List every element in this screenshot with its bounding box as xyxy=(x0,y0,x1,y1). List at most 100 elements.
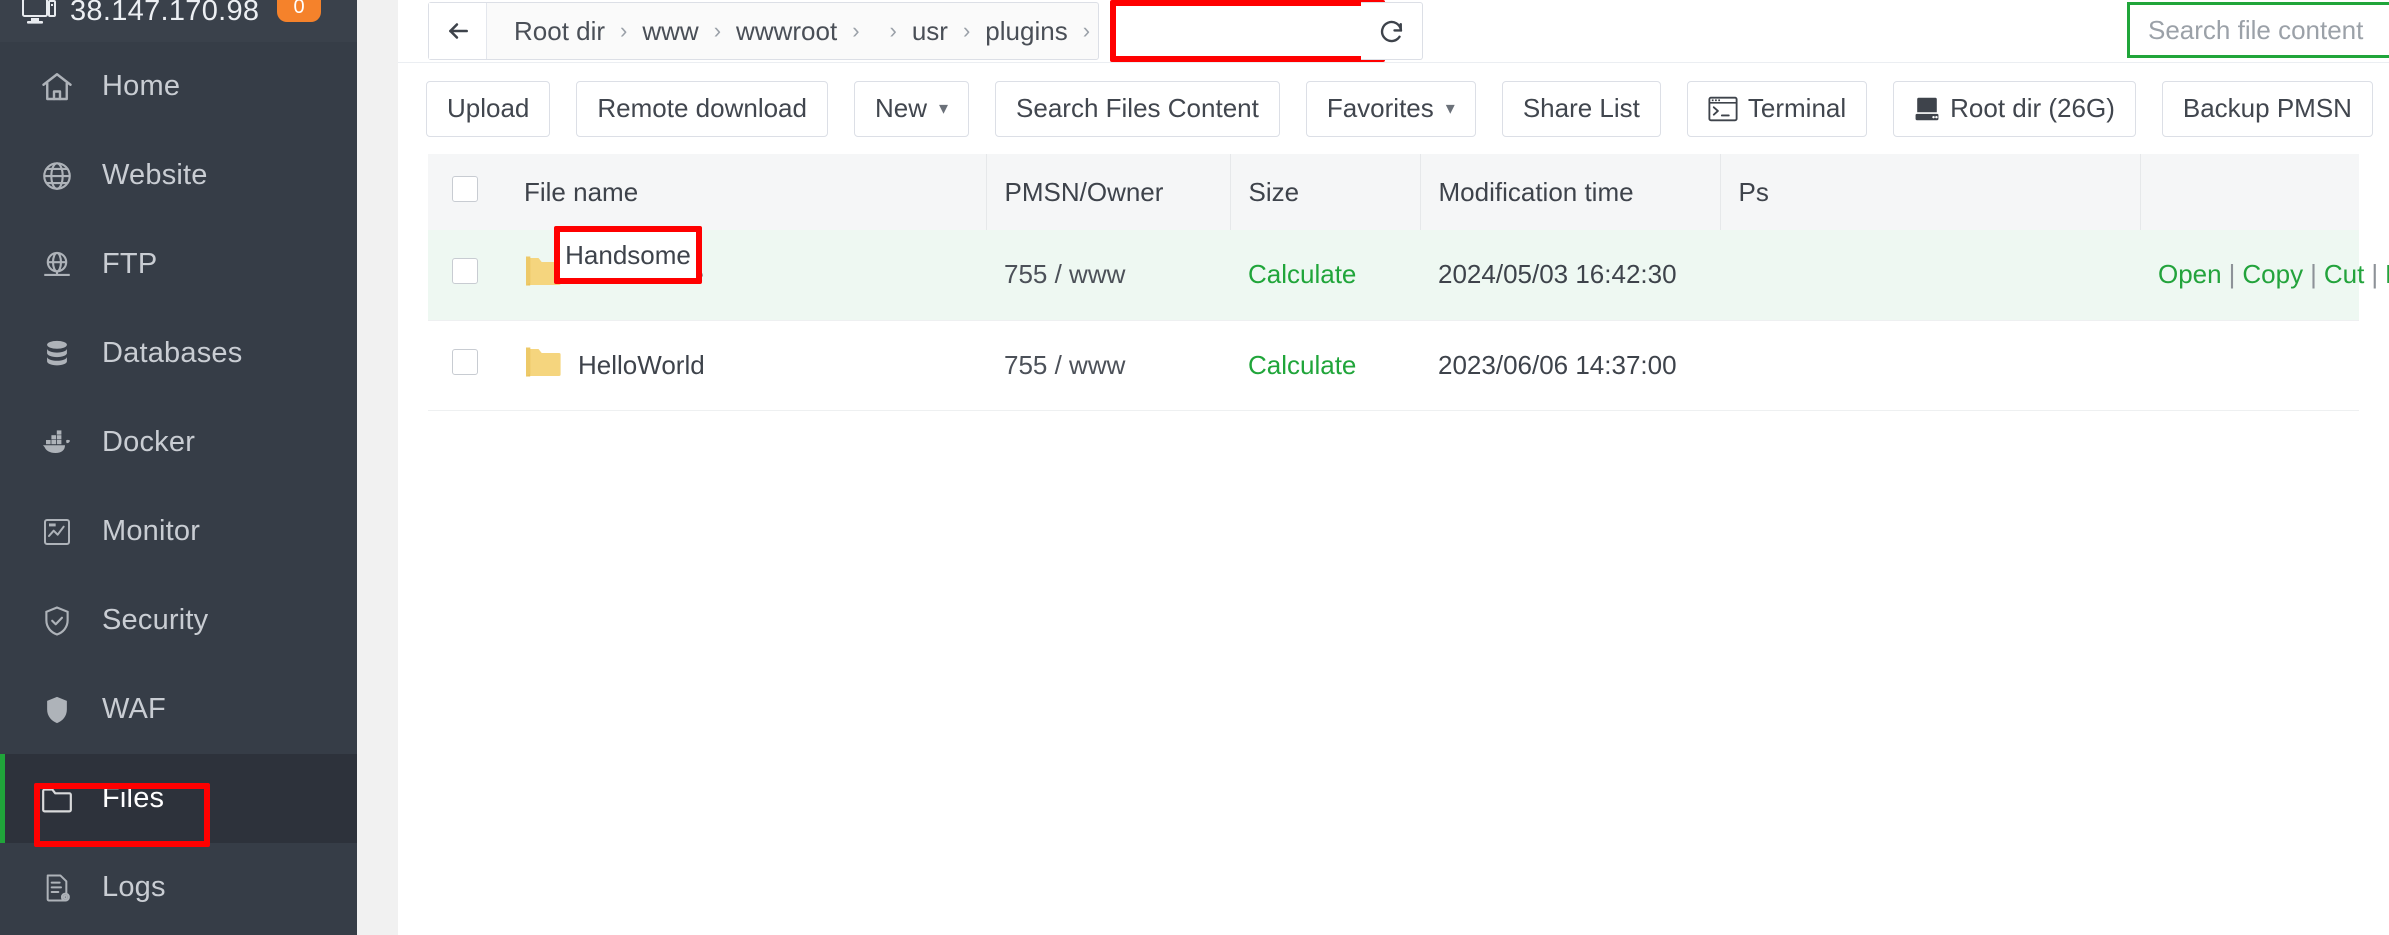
sidebar-item-ftp[interactable]: FTP xyxy=(0,220,357,309)
row-actions-cell: Open|Copy|Cut|Ren xyxy=(2140,230,2389,321)
new-button[interactable]: New ▾ xyxy=(853,80,970,137)
search-input[interactable] xyxy=(2148,14,2389,46)
sidebar-item-security[interactable]: Security xyxy=(0,576,357,665)
owner-cell: 755 / www xyxy=(986,320,1230,411)
breadcrumb-item-www[interactable]: www xyxy=(629,16,711,47)
owner-cell: 755 / www xyxy=(986,230,1230,321)
breadcrumb-item-usr[interactable]: usr xyxy=(899,16,961,47)
select-all-checkbox[interactable] xyxy=(452,175,478,202)
breadcrumb-separator: › xyxy=(1082,18,1091,43)
row-checkbox-cell xyxy=(428,320,506,411)
back-button[interactable] xyxy=(429,3,487,59)
sidebar-header: 38.147.170.98 0 xyxy=(0,0,357,42)
sidebar-item-home[interactable]: Home xyxy=(0,42,357,131)
column-header-file-name[interactable]: File name xyxy=(506,154,987,230)
action-divider: | xyxy=(2228,259,2236,290)
button-label: Share List xyxy=(1522,93,1640,123)
file-name-label[interactable]: HelloWorld xyxy=(578,350,705,381)
root-dir-size-button[interactable]: Root dir (26G) xyxy=(1893,80,2136,137)
breadcrumb-item-plugins[interactable]: plugins xyxy=(972,16,1080,47)
docker-icon xyxy=(38,424,76,462)
ps-cell[interactable] xyxy=(1720,230,2140,321)
notification-badge[interactable]: 0 xyxy=(277,0,321,22)
sidebar-item-label: Home xyxy=(102,70,181,102)
button-label: Remote download xyxy=(597,93,807,123)
column-header-actions xyxy=(2140,154,2359,230)
row-checkbox-cell xyxy=(428,230,506,321)
breadcrumb-item-root[interactable]: Root dir xyxy=(501,16,618,47)
terminal-button[interactable]: Terminal xyxy=(1686,80,1868,137)
share-list-button[interactable]: Share List xyxy=(1501,80,1661,137)
sidebar-item-label: Website xyxy=(102,159,208,191)
sidebar-item-waf[interactable]: WAF xyxy=(0,665,357,754)
file-table-body: Handsome Handsome 755 / www Calculate 20… xyxy=(428,226,2389,411)
sidebar-item-docker[interactable]: Docker xyxy=(0,398,357,487)
table-row[interactable]: HelloWorld 755 / www Calculate 2023/06/0… xyxy=(428,320,2359,411)
upload-button[interactable]: Upload xyxy=(426,80,551,137)
search-file-content-box[interactable] xyxy=(2127,2,2389,58)
file-name-label-annotated[interactable]: Handsome xyxy=(565,240,691,271)
file-table-head: File name PMSN/Owner Size Modification t… xyxy=(428,154,2359,230)
sidebar-item-website[interactable]: Website xyxy=(0,131,357,220)
button-label: Terminal xyxy=(1747,93,1847,123)
database-icon xyxy=(38,335,76,373)
ps-cell[interactable] xyxy=(1720,320,2140,411)
sidebar-item-logs[interactable]: Logs xyxy=(0,843,357,932)
refresh-button[interactable] xyxy=(1361,2,1423,60)
action-divider: | xyxy=(2371,259,2379,290)
button-label: Search Files Content xyxy=(1016,93,1259,123)
file-name-cell: HelloWorld xyxy=(506,320,986,411)
file-table: File name PMSN/Owner Size Modification t… xyxy=(428,154,2389,411)
column-header-ps[interactable]: Ps xyxy=(1720,154,2141,230)
sidebar-item-files[interactable]: Files xyxy=(0,754,357,843)
action-open[interactable]: Open xyxy=(2158,259,2222,289)
disk-icon xyxy=(1914,95,1940,123)
search-files-content-button[interactable]: Search Files Content xyxy=(995,80,1280,137)
owner-label: 755 / www xyxy=(1004,259,1126,290)
column-header-size[interactable]: Size xyxy=(1230,154,1421,230)
shield-check-icon xyxy=(38,602,76,640)
sidebar-item-label: Files xyxy=(102,782,165,814)
select-all-header xyxy=(428,154,506,230)
action-divider: | xyxy=(2310,259,2317,290)
action-copy[interactable]: Copy xyxy=(2242,259,2303,289)
sidebar-item-monitor[interactable]: Monitor xyxy=(0,487,357,576)
button-label: Backup PMSN xyxy=(2182,93,2352,123)
file-name-cell: Handsome Handsome xyxy=(506,226,986,321)
row-actions-cell xyxy=(2140,320,2359,411)
server-ip-label: 38.147.170.98 xyxy=(70,0,260,27)
button-label: Favorites xyxy=(1326,93,1434,123)
sidebar: 38.147.170.98 0 Home Website FTP Databas… xyxy=(0,0,357,935)
globe-icon xyxy=(38,157,76,195)
server-monitor-icon xyxy=(22,0,56,26)
action-rename[interactable]: Ren xyxy=(2385,259,2389,289)
table-row[interactable]: Handsome Handsome 755 / www Calculate 20… xyxy=(428,226,2389,321)
owner-label: 755 / www xyxy=(1004,349,1126,380)
breadcrumb-separator: › xyxy=(852,18,860,43)
terminal-icon xyxy=(1708,96,1738,122)
backup-pmsn-button[interactable]: Backup PMSN xyxy=(2161,80,2373,137)
column-header-modification-time[interactable]: Modification time xyxy=(1420,154,1721,230)
file-name-wrapper: HelloWorld xyxy=(524,345,986,386)
breadcrumb-separator: › xyxy=(889,18,897,43)
sidebar-item-label: Databases xyxy=(102,337,243,369)
sidebar-item-label: Logs xyxy=(102,871,166,903)
sidebar-item-databases[interactable]: Databases xyxy=(0,309,357,398)
calculate-size-link[interactable]: Calculate xyxy=(1248,350,1356,380)
action-cut[interactable]: Cut xyxy=(2324,259,2364,289)
sidebar-nav: Home Website FTP Databases Docker Monito… xyxy=(0,42,357,932)
breadcrumb-item-wwwroot[interactable]: wwwroot xyxy=(723,16,850,47)
remote-download-button[interactable]: Remote download xyxy=(576,80,828,137)
row-checkbox[interactable] xyxy=(452,348,478,375)
shield-icon xyxy=(38,691,76,729)
logs-icon xyxy=(38,869,76,907)
annotation-box-handsome: Handsome xyxy=(554,226,702,285)
column-header-pmsn-owner[interactable]: PMSN/Owner xyxy=(986,154,1231,230)
modification-time-cell: 2024/05/03 16:42:30 xyxy=(1420,230,1720,321)
favorites-button[interactable]: Favorites ▾ xyxy=(1305,80,1476,137)
calculate-size-link[interactable]: Calculate xyxy=(1248,259,1356,289)
toolbar: Upload Remote download New ▾ Search File… xyxy=(398,62,2389,154)
row-checkbox[interactable] xyxy=(452,258,478,285)
size-cell: Calculate xyxy=(1230,320,1420,411)
ftp-icon xyxy=(38,246,76,284)
